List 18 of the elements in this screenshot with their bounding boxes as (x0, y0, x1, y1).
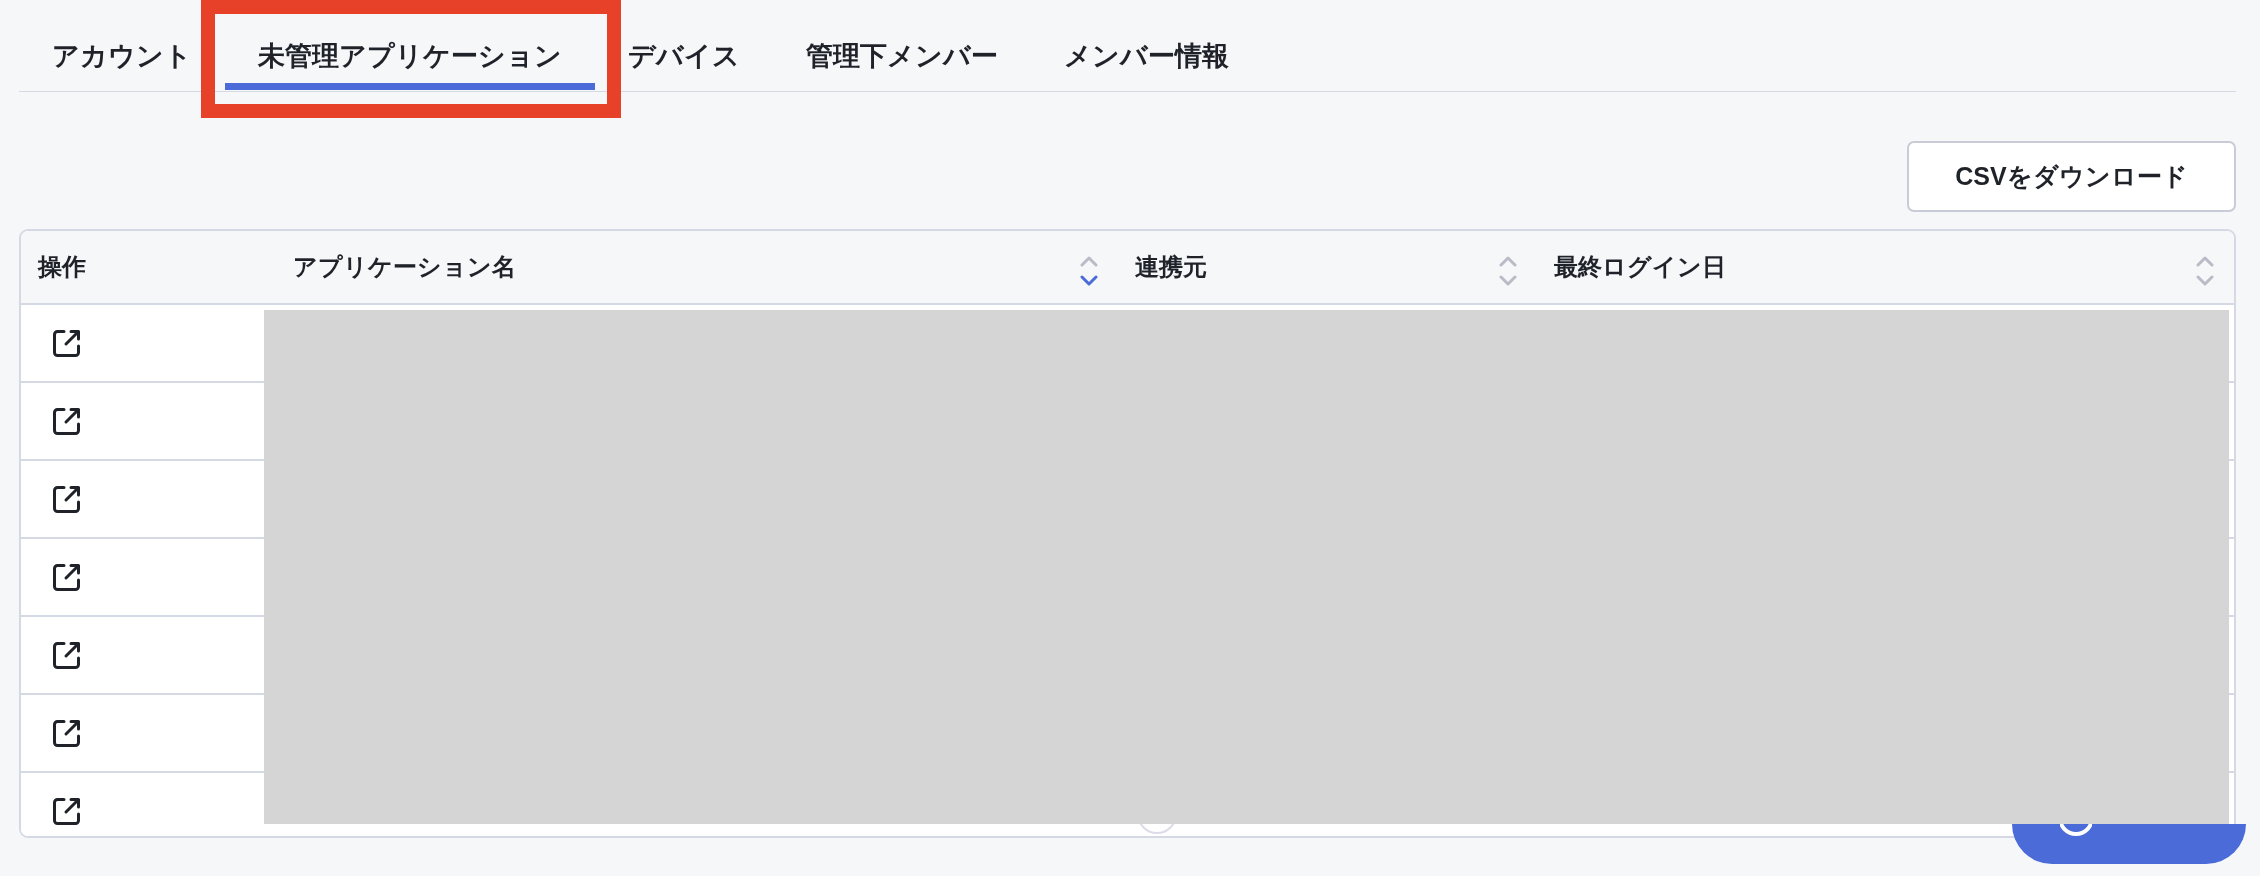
column-header[interactable]: 連携元 (1118, 231, 1537, 303)
column-header: 操作 (36, 252, 87, 282)
download-csv-button[interactable]: CSVをダウンロード (1907, 141, 2236, 212)
arc-icon (2060, 824, 2092, 836)
tab[interactable]: 未管理アプリケーション (225, 0, 595, 90)
column-header[interactable]: 最終ログイン日 (1537, 231, 2234, 303)
external-link-icon[interactable] (52, 562, 82, 592)
external-link-icon[interactable] (52, 406, 82, 436)
external-link-icon[interactable] (52, 640, 82, 670)
external-link-icon[interactable] (52, 484, 82, 514)
tab[interactable]: 管理下メンバー (773, 0, 1031, 90)
column-header[interactable]: アプリケーション名 (276, 231, 1118, 303)
tab[interactable]: アカウント (19, 0, 225, 90)
tab[interactable]: デバイス (595, 0, 773, 90)
external-link-icon[interactable] (52, 718, 82, 748)
tab[interactable]: メンバー情報 (1031, 0, 1262, 90)
external-link-icon[interactable] (52, 328, 82, 358)
external-link-icon[interactable] (52, 796, 82, 826)
